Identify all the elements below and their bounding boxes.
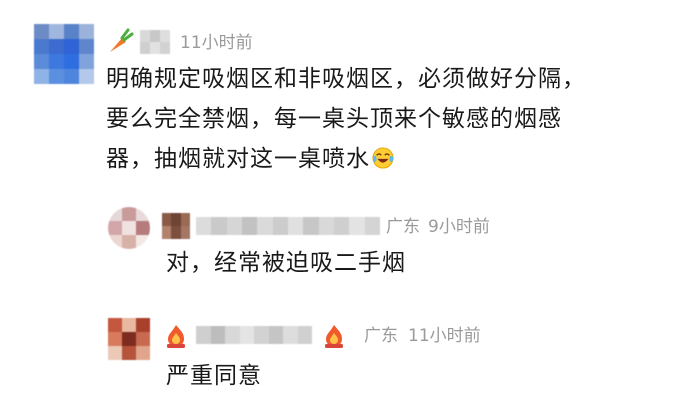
comment-time: 9小时前 [428, 217, 490, 237]
avatar[interactable] [34, 24, 94, 84]
laughing-tears-emoji-icon [372, 147, 394, 169]
comment-text-line: 对，经常被迫吸二手烟 [166, 250, 406, 276]
avatar[interactable] [108, 207, 150, 249]
comment-thread: 11小时前 明确规定吸烟区和非吸烟区，必须做好分隔， 要么完全禁烟，每一桌头顶来… [0, 0, 700, 413]
comment-text: 对，经常被迫吸二手烟 [166, 243, 406, 283]
username-blurred[interactable] [196, 326, 312, 344]
comment-text: 明确规定吸烟区和非吸烟区，必须做好分隔， 要么完全禁烟，每一桌头顶来个敏感的烟感… [106, 59, 586, 179]
carrot-icon [110, 28, 134, 52]
comment-text-line: 器，抽烟就对这一桌喷水 [106, 139, 586, 179]
fire-badge-icon [325, 325, 343, 348]
comment-text-line: 明确规定吸烟区和非吸烟区，必须做好分隔， [106, 66, 586, 92]
comment-text: 严重同意 [166, 356, 262, 396]
comment-text-line: 严重同意 [166, 363, 262, 389]
comment-time: 11小时前 [180, 33, 253, 53]
comment-text-line: 要么完全禁烟，每一桌头顶来个敏感的烟感 [106, 106, 562, 132]
brown-blurred-badge-icon [162, 213, 190, 239]
fire-badge-icon [167, 325, 185, 348]
comment-time: 11小时前 [408, 326, 481, 346]
username-blurred[interactable] [196, 217, 380, 235]
comment-location: 广东 [386, 217, 420, 237]
avatar[interactable] [108, 318, 150, 360]
comment-location: 广东 [364, 326, 398, 346]
username-blurred[interactable] [140, 30, 170, 54]
